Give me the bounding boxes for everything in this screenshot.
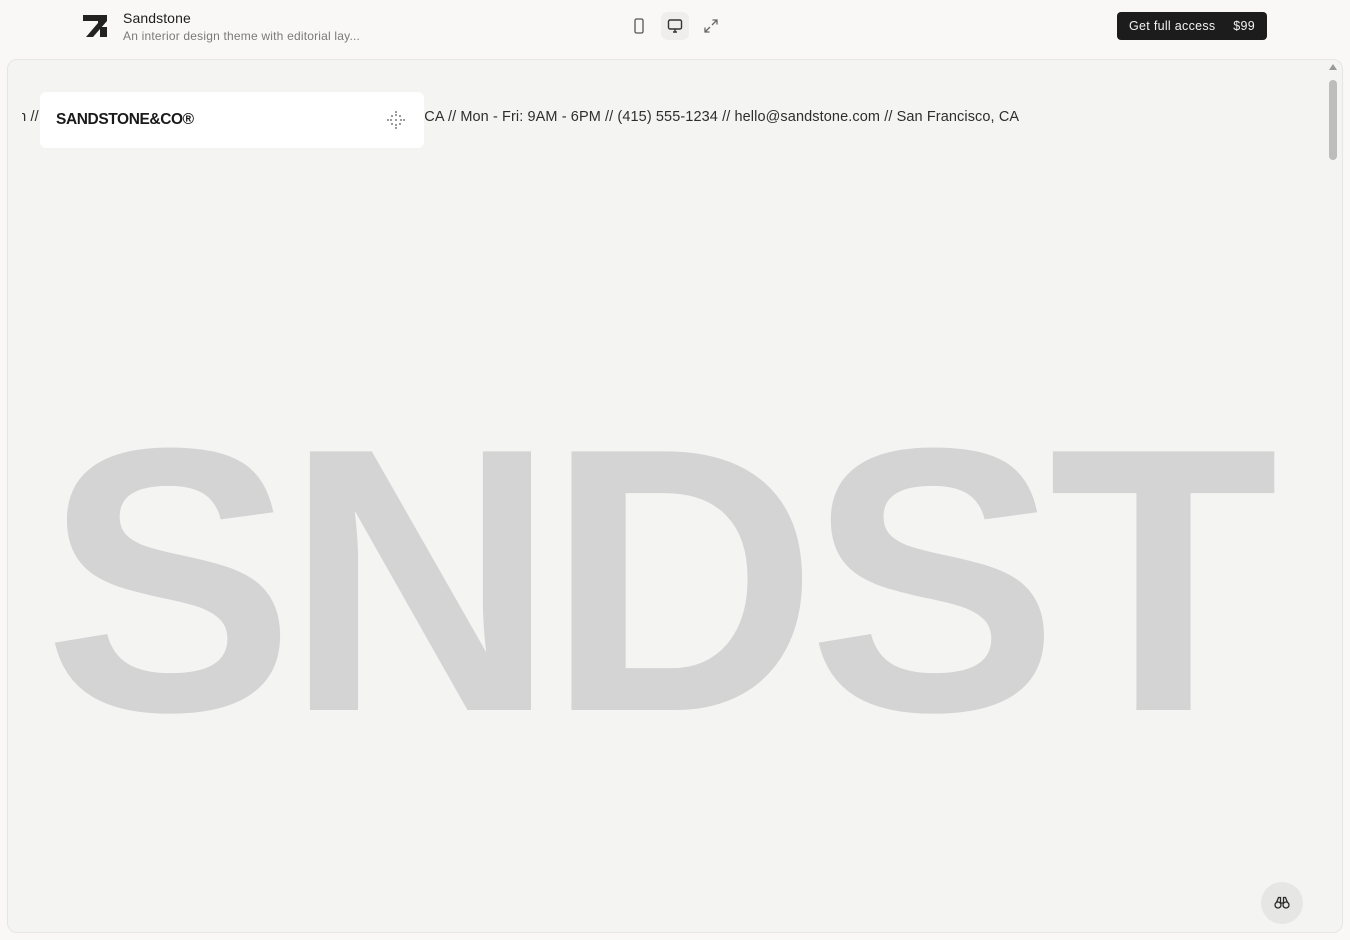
get-full-access-button[interactable]: Get full access $99 bbox=[1117, 12, 1267, 40]
binoculars-icon bbox=[1274, 896, 1290, 909]
floating-binoculars-button[interactable] bbox=[1261, 882, 1303, 924]
brand-logo-icon bbox=[83, 15, 107, 37]
desktop-view-button[interactable] bbox=[661, 12, 689, 40]
expand-icon bbox=[704, 19, 718, 33]
mobile-view-button[interactable] bbox=[625, 12, 653, 40]
fullscreen-button[interactable] bbox=[697, 12, 725, 40]
preview-topbar: Sandstone An interior design theme with … bbox=[0, 0, 1350, 58]
theme-description: An interior design theme with editorial … bbox=[123, 29, 361, 43]
scrollbar[interactable] bbox=[1328, 64, 1338, 930]
mobile-icon bbox=[634, 18, 644, 34]
hero-wordmark: SNDST bbox=[44, 370, 1278, 790]
desktop-icon bbox=[667, 19, 683, 33]
scroll-up-arrow-icon[interactable] bbox=[1329, 64, 1337, 70]
preview-frame: om // (415) 555-1234 // hello@sandstone.… bbox=[7, 59, 1343, 933]
scrollbar-thumb[interactable] bbox=[1329, 80, 1337, 160]
site-logo[interactable]: SANDSTONE&CO® bbox=[56, 111, 194, 129]
theme-title: Sandstone bbox=[123, 10, 191, 26]
dotted-grid-icon[interactable] bbox=[386, 110, 406, 130]
site-header: SANDSTONE&CO® bbox=[40, 92, 424, 148]
cta-label: Get full access bbox=[1129, 19, 1216, 33]
cta-price: $99 bbox=[1233, 19, 1255, 33]
